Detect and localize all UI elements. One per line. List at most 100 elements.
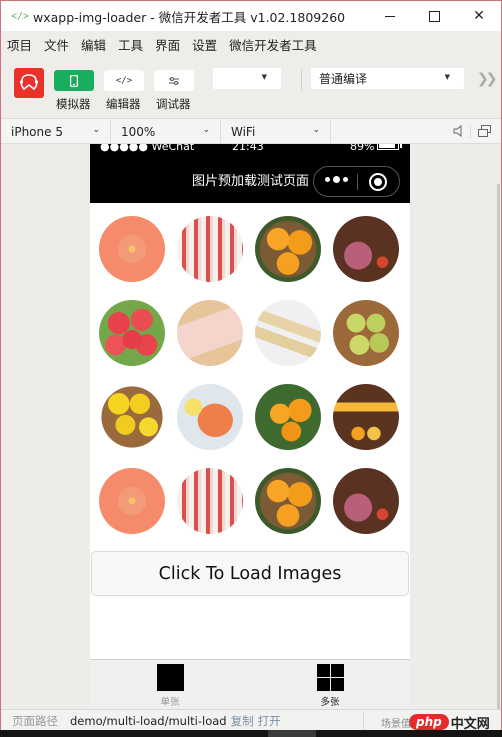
- food-image-apples: [99, 300, 165, 366]
- single-square-icon: [156, 664, 184, 691]
- detach-window-icon[interactable]: [478, 125, 491, 137]
- menu-view[interactable]: 界面: [155, 35, 180, 54]
- food-image-fish: [255, 300, 321, 366]
- record-circle-icon[interactable]: [369, 173, 387, 191]
- double-chevron-right-icon[interactable]: ❯❯: [477, 71, 498, 87]
- page-path-label: 页面路径: [12, 713, 58, 728]
- copy-path-link[interactable]: 复制: [231, 713, 254, 729]
- simulator-toggle-button[interactable]: [54, 70, 94, 91]
- maximize-icon: [428, 10, 440, 22]
- tab-bar: 单张 多张: [90, 659, 410, 709]
- maximize-button[interactable]: [411, 1, 457, 31]
- zoom-value: 100%: [121, 124, 156, 139]
- pathbar-divider: [363, 712, 364, 730]
- device-bar: iPhone 5 ⌄ 100% ⌄ WiFi ⌄: [1, 118, 501, 144]
- editor-toggle-button[interactable]: </>: [104, 70, 144, 91]
- zoom-select[interactable]: 100% ⌄: [111, 119, 221, 144]
- watermark-php-logo: php: [409, 714, 449, 730]
- tab-single[interactable]: 单张: [130, 664, 210, 708]
- battery-fill: [379, 144, 396, 148]
- more-dots-icon[interactable]: [325, 176, 351, 183]
- code-icon: </>: [115, 75, 133, 86]
- avatar[interactable]: [14, 68, 44, 98]
- food-image-lamb-leg: [333, 468, 399, 534]
- menu-wechat-devtools[interactable]: 微信开发者工具: [229, 35, 317, 54]
- page-path-bar: 页面路径 demo/multi-load/multi-load 复制 打开 场景…: [1, 709, 501, 732]
- editor-label: 编辑器: [106, 97, 141, 111]
- load-images-button[interactable]: Click To Load Images: [91, 551, 409, 596]
- tab-single-label: 单张: [160, 697, 180, 708]
- open-path-link[interactable]: 打开: [258, 713, 281, 729]
- debugger-label: 调试器: [156, 97, 191, 111]
- phone-icon: [70, 74, 78, 87]
- navigation-bar: ●●●●● WeChat 21:43 89% 图片预加载测试页面: [90, 144, 410, 203]
- food-image-salmon: [99, 468, 165, 534]
- compile-mode-select[interactable]: 普通编译 ▼: [311, 68, 464, 89]
- phone-screen: ●●●●● WeChat 21:43 89% 图片预加载测试页面 Click T…: [90, 144, 410, 709]
- os-taskbar: [0, 730, 502, 737]
- food-image-lamb-leg: [333, 216, 399, 282]
- network-select[interactable]: WiFi ⌄: [221, 119, 331, 144]
- chevron-down-icon: ⌄: [312, 125, 320, 135]
- food-image-pork-on-board: [177, 300, 243, 366]
- signal-carrier: ●●●●● WeChat: [100, 144, 195, 153]
- food-image-salmon: [99, 216, 165, 282]
- food-image-shrimp: [177, 384, 243, 450]
- toolbar: 模拟器 </> 编辑器 调试器 ▼ 普通编译 ▼ ❯❯: [1, 58, 501, 118]
- menu-file[interactable]: 文件: [44, 35, 69, 54]
- device-value: iPhone 5: [11, 124, 63, 139]
- menu-settings[interactable]: 设置: [192, 35, 217, 54]
- mode-select[interactable]: ▼: [213, 68, 281, 89]
- scrollbar[interactable]: [497, 184, 500, 709]
- code-brackets-icon: </>: [11, 10, 30, 22]
- caret-down-icon: ▼: [261, 73, 267, 81]
- simulator-area: ●●●●● WeChat 21:43 89% 图片预加载测试页面 Click T…: [1, 144, 501, 709]
- compile-mode-value: 普通编译: [319, 72, 368, 86]
- food-image-lemons: [99, 384, 165, 450]
- taskbar-active-item: [268, 730, 316, 737]
- menu-tools[interactable]: 工具: [118, 35, 143, 54]
- devicebar-divider: [470, 125, 471, 139]
- grid-four-icon: [316, 664, 344, 691]
- close-button[interactable]: ✕: [456, 1, 502, 31]
- food-image-pears: [333, 300, 399, 366]
- debugger-toggle-button[interactable]: [154, 70, 194, 91]
- debug-settings-icon: [169, 76, 179, 85]
- food-image-oranges-leaves: [255, 384, 321, 450]
- user-avatar-icon: [19, 74, 39, 91]
- window-title: wxapp-img-loader - 微信开发者工具 v1.02.1809260: [33, 9, 346, 25]
- page-path-value: demo/multi-load/multi-load: [70, 713, 227, 728]
- close-icon: ✕: [473, 8, 485, 24]
- food-image-oranges-basket: [255, 216, 321, 282]
- toolbar-divider: [301, 70, 302, 90]
- food-image-juice-175: [333, 384, 399, 450]
- menu-bar: 项目 文件 编辑 工具 界面 设置 微信开发者工具: [1, 31, 501, 58]
- menu-project[interactable]: 项目: [7, 35, 32, 54]
- page-title: 图片预加载测试页面: [192, 174, 310, 189]
- watermark: 场景值 php 中文网: [381, 712, 490, 732]
- food-image-pork-belly-slices: [177, 468, 243, 534]
- battery-icon: [377, 144, 399, 150]
- battery-tip: [400, 144, 402, 148]
- device-select[interactable]: iPhone 5 ⌄: [1, 119, 111, 144]
- minimize-icon: [385, 15, 395, 17]
- capsule-divider: [357, 174, 358, 190]
- chevron-down-icon: ⌄: [92, 125, 100, 135]
- menu-capsule: [313, 166, 400, 197]
- food-image-pork-belly-slices: [177, 216, 243, 282]
- title-bar: </> wxapp-img-loader - 微信开发者工具 v1.02.180…: [1, 1, 501, 31]
- status-time: 21:43: [232, 144, 264, 153]
- battery-percent: 89%: [350, 144, 375, 153]
- scene-label: 场景值: [381, 719, 411, 730]
- caret-down-icon: ▼: [444, 73, 450, 81]
- watermark-text: 中文网: [450, 716, 490, 732]
- chevron-down-icon: ⌄: [202, 125, 210, 135]
- devtools-window: </> wxapp-img-loader - 微信开发者工具 v1.02.180…: [0, 0, 502, 732]
- tab-multi-label: 多张: [320, 697, 340, 708]
- minimize-button[interactable]: [367, 1, 413, 31]
- simulator-label: 模拟器: [56, 97, 91, 111]
- menu-edit[interactable]: 编辑: [81, 35, 106, 54]
- network-value: WiFi: [231, 124, 256, 139]
- tab-multi[interactable]: 多张: [290, 664, 370, 708]
- speaker-icon[interactable]: [453, 125, 463, 137]
